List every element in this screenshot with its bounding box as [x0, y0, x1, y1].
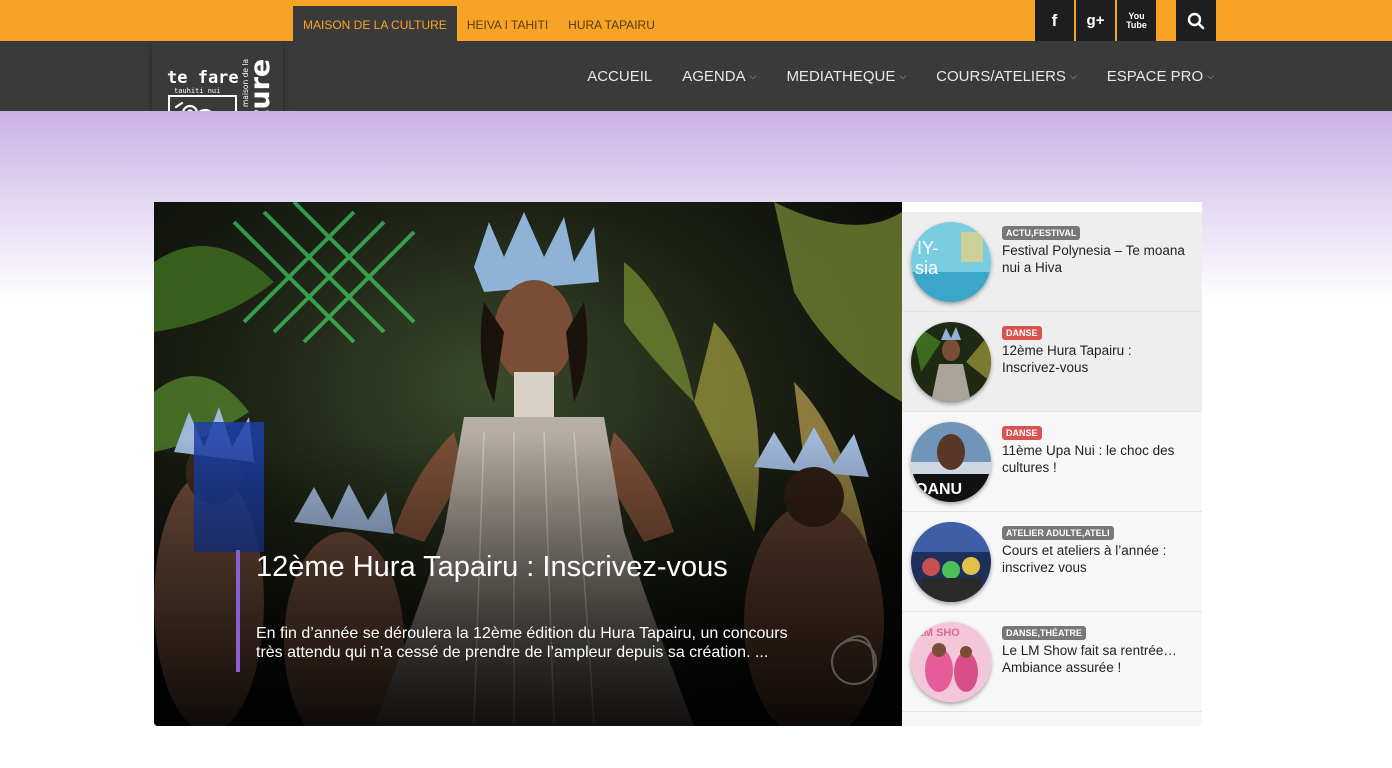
side-item-title[interactable]: Festival Polynesia – Te moana nui a Hiva — [1002, 242, 1187, 276]
nav-mediatheque[interactable]: MEDIATHEQUE ⌵ — [786, 68, 906, 85]
search-icon[interactable] — [1176, 0, 1216, 41]
chevron-down-icon: ⌵ — [899, 70, 907, 81]
chevron-down-icon: ⌵ — [1207, 70, 1214, 81]
top-nav: MAISON DE LA CULTURE HEIVA I TAHITI HURA… — [293, 6, 665, 41]
logo-tauhiti-nui: tauhiti nui — [174, 87, 220, 95]
nav-accueil-label: ACCUEIL — [587, 67, 653, 85]
nav-cours-ateliers[interactable]: COURS/ATELIERS ⌵ — [936, 68, 1077, 85]
topnav-heiva-i-tahiti[interactable]: HEIVA I TAHITI — [457, 6, 558, 41]
thumbnail-image: LM SHO — [911, 622, 991, 702]
chevron-down-icon: ⌵ — [1069, 70, 1077, 81]
nav-espace-pro-label: ESPACE PRO — [1106, 67, 1204, 85]
nav-mediatheque-label: MEDIATHEQUE — [786, 67, 896, 85]
top-bar: MAISON DE LA CULTURE HEIVA I TAHITI HURA… — [0, 0, 1392, 41]
featured-side-list: IY- sia ACTU,FESTIVAL Festival Polynesia… — [902, 202, 1202, 726]
chevron-down-icon: ⌵ — [749, 70, 757, 81]
side-list-item[interactable]: ATELIER ADULTE,ATELI Cours et ateliers à… — [902, 512, 1202, 612]
nav-accueil[interactable]: ACCUEIL — [587, 68, 652, 85]
logo-te-fare: te fare — [167, 68, 239, 88]
featured-slider[interactable]: 12ème Hura Tapairu : Inscrivez-vous En f… — [154, 202, 902, 726]
svg-text:LM SHO: LM SHO — [917, 627, 960, 639]
category-badge[interactable]: DANSE — [1002, 326, 1042, 340]
nav-espace-pro[interactable]: ESPACE PRO ⌵ — [1107, 68, 1214, 85]
category-badge[interactable]: ACTU,FESTIVAL — [1002, 226, 1081, 240]
featured-excerpt: En fin d’année se déroulera la 12ème édi… — [256, 625, 788, 661]
nav-agenda-label: AGENDA — [682, 67, 746, 85]
category-badge[interactable]: DANSE,THÉATRE — [1002, 626, 1086, 640]
side-list-item[interactable]: OANU DANSE 11ème Upa Nui : le choc des c… — [902, 412, 1202, 512]
social-links: f g+ You Tube — [1035, 0, 1158, 41]
svg-text:sia: sia — [915, 258, 939, 278]
side-item-title[interactable]: 12ème Hura Tapairu : Inscrivez-vous — [1002, 342, 1187, 376]
svg-text:IY-: IY- — [917, 238, 938, 258]
youtube-icon[interactable]: You Tube — [1117, 0, 1156, 41]
thumbnail-image — [911, 322, 991, 402]
featured-caption: 12ème Hura Tapairu : Inscrivez-vous En f… — [236, 550, 806, 672]
side-list-item[interactable]: IY- sia ACTU,FESTIVAL Festival Polynesia… — [902, 212, 1202, 312]
side-item-title[interactable]: 11ème Upa Nui : le choc des cultures ! — [1002, 442, 1187, 476]
side-item-title[interactable]: Le LM Show fait sa rentrée… Ambiance ass… — [1002, 642, 1187, 676]
nav-agenda[interactable]: AGENDA ⌵ — [682, 68, 756, 85]
featured-title[interactable]: 12ème Hura Tapairu : Inscrivez-vous — [256, 550, 806, 584]
main-nav: ACCUEIL AGENDA ⌵ MEDIATHEQUE ⌵ COURS/ATELI… — [557, 41, 1214, 111]
logo-maison-de-la: maison de la — [241, 59, 250, 107]
side-list-item[interactable]: DANSE 12ème Hura Tapairu : Inscrivez-vou… — [902, 312, 1202, 412]
topnav-hura-tapairu[interactable]: HURA TAPAIRU — [558, 6, 665, 41]
svg-text:OANU: OANU — [915, 481, 962, 498]
nav-cours-ateliers-label: COURS/ATELIERS — [936, 67, 1066, 85]
category-badge[interactable]: ATELIER ADULTE,ATELI — [1002, 526, 1114, 540]
category-badge[interactable]: DANSE — [1002, 426, 1042, 440]
facebook-icon[interactable]: f — [1035, 0, 1074, 41]
topnav-maison-de-la-culture[interactable]: MAISON DE LA CULTURE — [293, 6, 457, 41]
google-plus-icon[interactable]: g+ — [1076, 0, 1115, 41]
thumbnail-image — [911, 522, 991, 602]
thumbnail-image: IY- sia — [911, 222, 991, 302]
thumbnail-image: OANU — [911, 422, 991, 502]
side-item-title[interactable]: Cours et ateliers à l’année : inscrivez … — [1002, 542, 1187, 576]
side-list-item[interactable]: LM SHO DANSE,THÉATRE Le LM Show fait sa … — [902, 612, 1202, 712]
